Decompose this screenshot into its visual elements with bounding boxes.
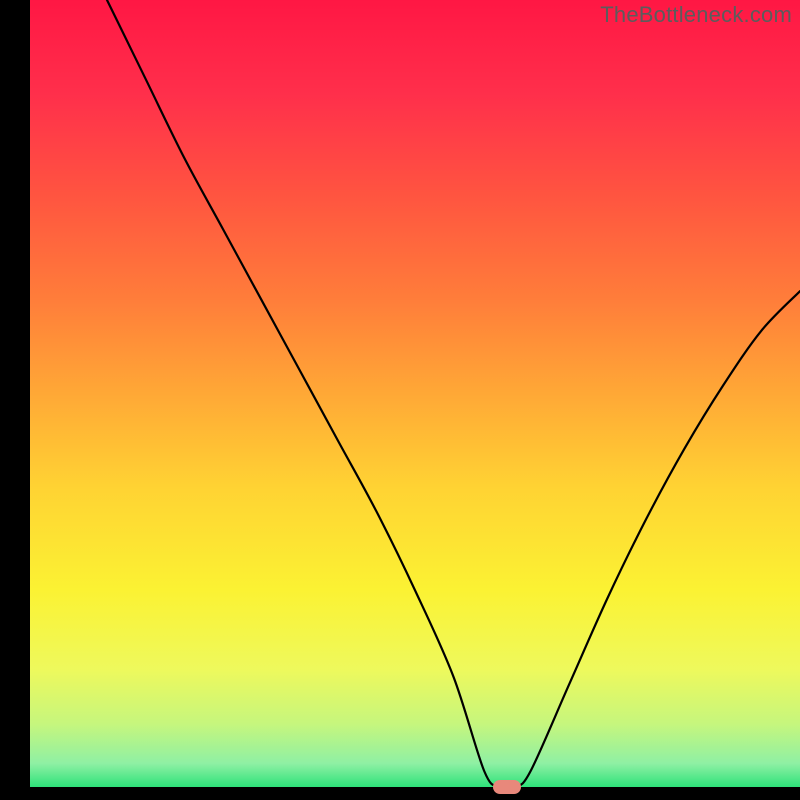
- plot-background: [30, 0, 800, 787]
- optimal-point-marker: [493, 780, 521, 794]
- chart-container: TheBottleneck.com: [0, 0, 800, 800]
- watermark-label: TheBottleneck.com: [600, 2, 792, 28]
- bottleneck-chart: [0, 0, 800, 800]
